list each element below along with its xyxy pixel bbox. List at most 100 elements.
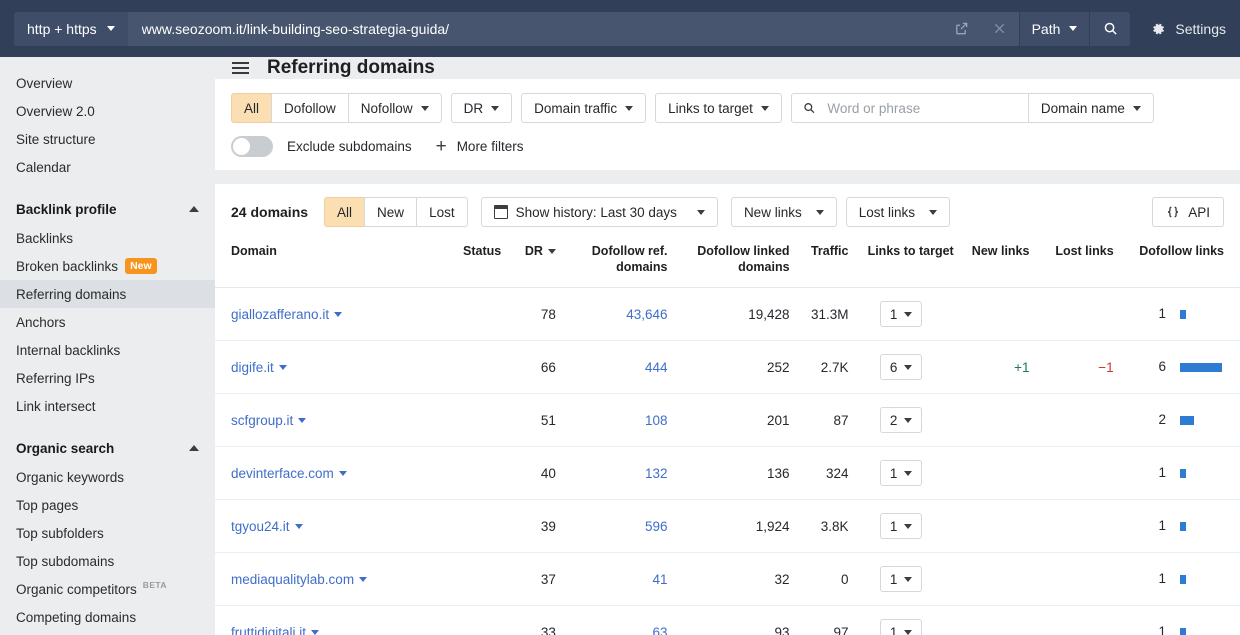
hamburger-icon[interactable] xyxy=(232,62,249,74)
sidebar-item-organic-competitors[interactable]: Organic competitors BETA xyxy=(0,575,215,603)
dofollow-ref-domains-link[interactable]: 444 xyxy=(645,360,668,375)
filter-dr-button[interactable]: DR xyxy=(451,93,513,123)
sidebar-item-top-pages[interactable]: Top pages xyxy=(0,491,215,519)
protocol-selector[interactable]: http + https xyxy=(14,12,128,46)
links-to-target-select[interactable]: 1 xyxy=(880,566,922,592)
search-button[interactable] xyxy=(1090,12,1130,46)
dofollow-ref-domains-link[interactable]: 596 xyxy=(645,519,668,534)
search-scope-button[interactable]: Domain name xyxy=(1028,93,1154,123)
filter-links-to-target-button[interactable]: Links to target xyxy=(655,93,782,123)
path-mode-selector[interactable]: Path xyxy=(1020,12,1090,46)
cell-dofollow-linked-domains: 93 xyxy=(667,606,789,635)
dofollow-ref-domains-link[interactable]: 108 xyxy=(645,413,668,428)
col-dofollow-linked-domains[interactable]: Dofollow linked domains xyxy=(667,240,789,288)
cell-new-links xyxy=(954,553,1030,606)
links-to-target-select[interactable]: 1 xyxy=(880,619,922,635)
calendar-icon xyxy=(494,205,508,219)
dofollow-links-bar xyxy=(1180,310,1186,319)
links-to-target-select[interactable]: 1 xyxy=(880,513,922,539)
sidebar-item-backlinks[interactable]: Backlinks xyxy=(0,224,215,252)
sidebar-item-top-subdomains[interactable]: Top subdomains xyxy=(0,547,215,575)
settings-button[interactable]: Settings xyxy=(1150,21,1226,37)
dofollow-ref-domains-link[interactable]: 41 xyxy=(652,572,667,587)
sidebar-item-internal-backlinks[interactable]: Internal backlinks xyxy=(0,336,215,364)
sidebar-item-site-structure[interactable]: Site structure xyxy=(0,125,215,153)
chevron-down-icon[interactable] xyxy=(359,577,367,582)
domain-link[interactable]: tgyou24.it xyxy=(231,519,290,534)
dofollow-links-bar-wrap xyxy=(1180,466,1224,481)
cell-dofollow-links: 2 xyxy=(1114,394,1240,447)
domain-link[interactable]: scfgroup.it xyxy=(231,413,293,428)
filter-all-button[interactable]: All xyxy=(231,93,272,123)
links-to-target-select[interactable]: 1 xyxy=(880,301,922,327)
col-dofollow-ref-domains[interactable]: Dofollow ref. domains xyxy=(556,240,668,288)
domain-link[interactable]: digife.it xyxy=(231,360,274,375)
chevron-down-icon[interactable] xyxy=(298,418,306,423)
col-traffic[interactable]: Traffic xyxy=(790,240,849,288)
filter-domain-traffic-button[interactable]: Domain traffic xyxy=(521,93,646,123)
lost-links-filter-button[interactable]: Lost links xyxy=(846,197,950,227)
cell-domain: scfgroup.it xyxy=(215,394,436,447)
links-to-target-select[interactable]: 2 xyxy=(880,407,922,433)
tab-new[interactable]: New xyxy=(364,197,417,227)
exclude-subdomains-toggle[interactable] xyxy=(231,136,273,157)
dofollow-ref-domains-link[interactable]: 43,646 xyxy=(626,307,667,322)
sidebar-item-broken-backlinks[interactable]: Broken backlinks New xyxy=(0,252,215,280)
sidebar-item-overview-2[interactable]: Overview 2.0 xyxy=(0,97,215,125)
sidebar-item-competing-domains[interactable]: Competing domains xyxy=(0,603,215,631)
chevron-down-icon[interactable] xyxy=(279,365,287,370)
search-field-wrapper[interactable] xyxy=(791,93,1029,123)
chevron-down-icon[interactable] xyxy=(311,630,319,635)
sidebar-item-calendar[interactable]: Calendar xyxy=(0,153,215,181)
domain-link[interactable]: mediaqualitylab.com xyxy=(231,572,354,587)
clear-url-icon[interactable] xyxy=(981,12,1019,46)
sidebar-item-top-subfolders[interactable]: Top subfolders xyxy=(0,519,215,547)
sidebar-item-anchors[interactable]: Anchors xyxy=(0,308,215,336)
more-filters-button[interactable]: + More filters xyxy=(436,137,524,156)
new-links-filter-button[interactable]: New links xyxy=(731,197,837,227)
table-body: giallozafferano.it7843,64619,42831.3M11d… xyxy=(215,288,1240,635)
col-status[interactable]: Status xyxy=(436,240,501,288)
url-field[interactable]: www.seozoom.it/link-building-seo-strateg… xyxy=(128,12,943,46)
sidebar-item-organic-keywords[interactable]: Organic keywords xyxy=(0,463,215,491)
sidebar-group-backlink-profile[interactable]: Backlink profile xyxy=(0,194,215,224)
dofollow-links-bar xyxy=(1180,628,1186,635)
col-dr[interactable]: DR xyxy=(501,240,556,288)
show-history-button[interactable]: Show history: Last 30 days xyxy=(481,197,718,227)
col-lost-links[interactable]: Lost links xyxy=(1029,240,1113,288)
domain-link[interactable]: fruttidigitali.it xyxy=(231,625,306,635)
chevron-down-icon[interactable] xyxy=(334,312,342,317)
filter-nofollow-button[interactable]: Nofollow xyxy=(348,93,442,123)
page-title: Referring domains xyxy=(267,57,435,79)
api-button[interactable]: API xyxy=(1152,197,1224,227)
chevron-down-icon xyxy=(904,418,912,423)
dofollow-links-value: 1 xyxy=(1158,465,1166,480)
sidebar-item-link-intersect[interactable]: Link intersect xyxy=(0,392,215,420)
sidebar-item-referring-ips[interactable]: Referring IPs xyxy=(0,364,215,392)
sidebar-item-referring-domains[interactable]: Referring domains xyxy=(0,280,215,308)
dofollow-ref-domains-link[interactable]: 132 xyxy=(645,466,668,481)
links-to-target-select[interactable]: 1 xyxy=(880,460,922,486)
col-new-links[interactable]: New links xyxy=(954,240,1030,288)
cell-domain: fruttidigitali.it xyxy=(215,606,436,635)
external-link-icon[interactable] xyxy=(943,12,981,46)
sidebar-group-organic-search[interactable]: Organic search xyxy=(0,433,215,463)
col-dofollow-links[interactable]: Dofollow links xyxy=(1114,240,1240,288)
results-panel: 24 domains All New Lost Show history: La… xyxy=(215,184,1240,635)
tab-all[interactable]: All xyxy=(324,197,365,227)
tab-lost[interactable]: Lost xyxy=(416,197,468,227)
sidebar-item-label: Calendar xyxy=(16,160,71,175)
col-domain[interactable]: Domain xyxy=(215,240,436,288)
chevron-down-icon[interactable] xyxy=(339,471,347,476)
col-links-to-target[interactable]: Links to target xyxy=(848,240,953,288)
search-input[interactable] xyxy=(825,100,1017,117)
links-to-target-select[interactable]: 6 xyxy=(880,354,922,380)
sidebar-item-overview[interactable]: Overview xyxy=(0,69,215,97)
dofollow-ref-domains-link[interactable]: 63 xyxy=(652,625,667,635)
domain-link[interactable]: devinterface.com xyxy=(231,466,334,481)
sidebar-item-label: Organic keywords xyxy=(16,470,124,485)
filter-dofollow-button[interactable]: Dofollow xyxy=(271,93,349,123)
chevron-down-icon[interactable] xyxy=(295,524,303,529)
api-label: API xyxy=(1188,205,1210,220)
domain-link[interactable]: giallozafferano.it xyxy=(231,307,329,322)
